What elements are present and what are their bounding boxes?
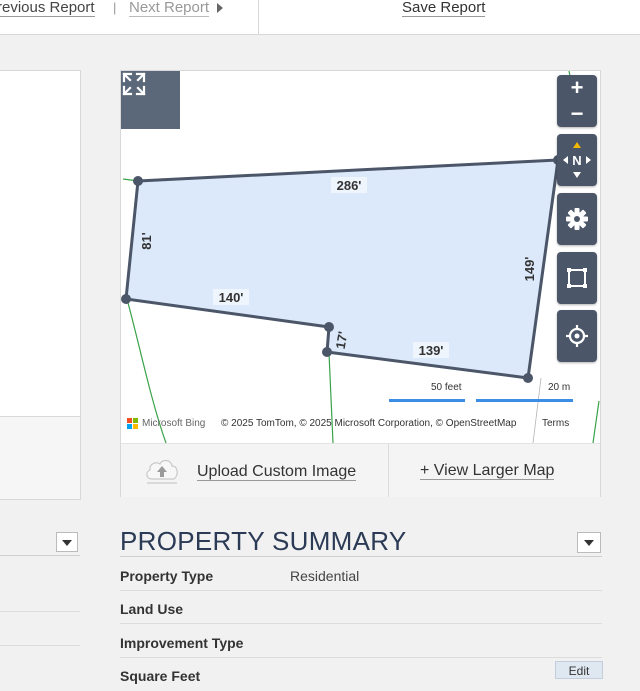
gear-icon	[566, 208, 588, 230]
property-summary-title: PROPERTY SUMMARY	[120, 526, 407, 556]
bounding-box-icon	[567, 268, 587, 288]
crosshair-icon	[566, 325, 588, 347]
zoom-control: + −	[557, 75, 597, 127]
terms-link[interactable]: Terms	[542, 418, 569, 429]
next-arrow-icon[interactable]	[217, 3, 223, 13]
scale-bar-meters	[476, 399, 573, 402]
row-divider	[120, 623, 602, 624]
scale-bar-feet	[389, 399, 465, 402]
edge-label-left: 81'	[139, 232, 154, 250]
actions-divider	[388, 444, 389, 497]
summary-collapse-dropdown[interactable]	[577, 532, 601, 553]
bing-brand-label: Microsoft Bing	[142, 418, 206, 429]
edge-label-bottom: 139'	[419, 343, 444, 358]
summary-row: Land Use	[120, 591, 602, 624]
map-card: 286' 81' 149' 140' 17' 139' + − N 50 fee…	[120, 70, 601, 497]
map-canvas: 286' 81' 149' 140' 17' 139'	[121, 71, 600, 443]
left-panel-footer	[0, 417, 80, 499]
left-row-divider	[0, 645, 80, 646]
map-attribution: © 2025 TomTom, © 2025 Microsoft Corporat…	[221, 418, 517, 429]
summary-title-divider	[120, 556, 602, 557]
map-settings-button[interactable]	[557, 193, 597, 245]
left-panel	[0, 70, 81, 500]
compass-icon: N	[563, 142, 591, 178]
summary-row: Improvement Type	[120, 625, 602, 658]
road-line	[592, 400, 600, 443]
summary-row-value: Residential	[290, 568, 360, 584]
summary-row-key: Square Feet	[120, 668, 201, 684]
report-nav-bar: revious Report | Next Report Save Report	[0, 0, 640, 35]
vertex-handle	[121, 294, 131, 304]
edge-label-right: 149'	[522, 257, 537, 282]
summary-row-key: Improvement Type	[120, 635, 244, 651]
compass-button[interactable]: N	[557, 134, 597, 186]
scale-feet-label: 50 feet	[431, 382, 462, 393]
zoom-out-button[interactable]: −	[557, 101, 597, 127]
upload-custom-image-link[interactable]: Upload Custom Image	[197, 463, 357, 481]
compass-north-label: N	[572, 153, 581, 168]
zoom-in-button[interactable]: +	[557, 75, 597, 101]
road-line	[532, 377, 542, 443]
map-actions-bar: Upload Custom Image + View Larger Map	[121, 443, 600, 497]
expand-icon	[122, 72, 146, 96]
vertex-handle	[324, 322, 334, 332]
left-section-dropdown[interactable]	[56, 532, 78, 552]
save-report-link[interactable]: Save Report	[402, 0, 486, 17]
summary-row: Property Type Residential	[120, 558, 602, 591]
summary-row-key: Land Use	[120, 601, 184, 617]
vertex-handle	[133, 176, 143, 186]
vertex-handle	[322, 347, 332, 357]
microsoft-logo-icon	[127, 418, 139, 430]
road-line	[328, 352, 334, 443]
next-report-link[interactable]: Next Report	[129, 0, 210, 17]
edit-button[interactable]: Edit	[555, 661, 603, 679]
nav-divider	[258, 0, 259, 34]
scale-meters-label: 20 m	[548, 382, 571, 393]
edge-label-middle: 140'	[219, 290, 244, 305]
parcel-map[interactable]: 286' 81' 149' 140' 17' 139' + − N 50 fee…	[121, 71, 600, 443]
summary-row-key: Property Type	[120, 568, 214, 584]
select-area-button[interactable]	[557, 252, 597, 304]
left-row-divider	[0, 611, 80, 612]
edge-label-top: 286'	[337, 178, 362, 193]
cloud-upload-icon[interactable]	[143, 455, 181, 485]
nav-separator: |	[113, 0, 117, 15]
edge-label-notch: 17'	[333, 330, 351, 350]
previous-report-link[interactable]: revious Report	[0, 0, 95, 17]
summary-row: Square Feet	[120, 658, 602, 691]
locate-button[interactable]	[557, 310, 597, 362]
view-larger-map-link[interactable]: + View Larger Map	[420, 462, 555, 480]
vertex-handle	[523, 373, 533, 383]
fullscreen-button[interactable]	[121, 71, 180, 129]
left-section-divider	[0, 555, 80, 556]
